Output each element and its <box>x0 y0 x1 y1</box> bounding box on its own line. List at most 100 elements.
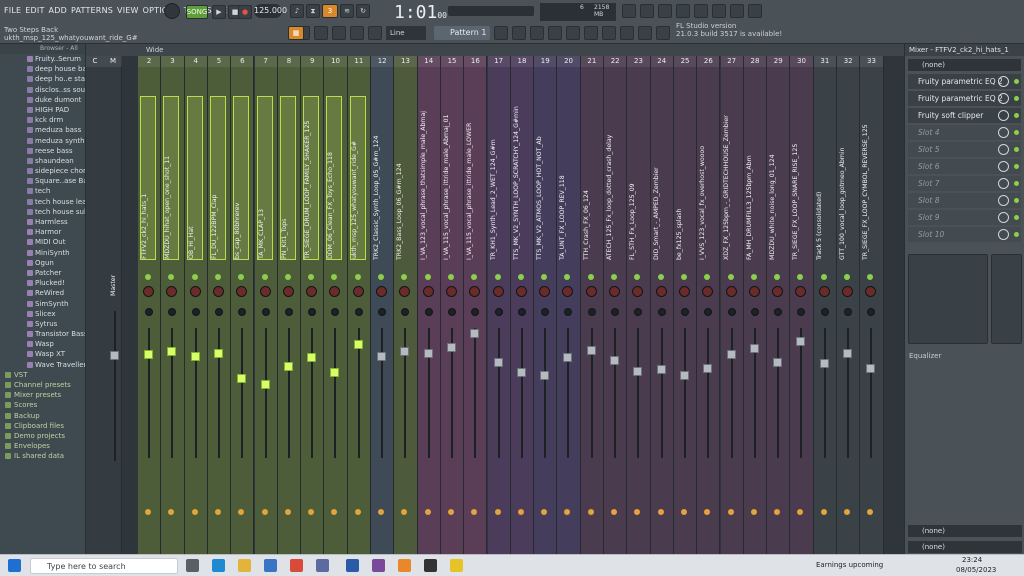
mixer-track[interactable]: 2 FTFV2_ck2_hi_hats_1 <box>138 56 162 554</box>
mixer-layout-label[interactable]: Wide <box>146 46 163 54</box>
stereo-knob[interactable] <box>680 308 689 316</box>
stereo-knob[interactable] <box>191 308 200 316</box>
browser-item[interactable]: tech <box>0 186 85 196</box>
track-enable-led[interactable] <box>587 274 594 280</box>
stereo-knob[interactable] <box>494 308 503 316</box>
track-enable-led[interactable] <box>471 274 478 280</box>
volume-fader[interactable] <box>819 359 829 368</box>
volume-fader[interactable] <box>773 357 783 367</box>
browser-item[interactable]: Harmless <box>0 217 85 227</box>
eq-sliders[interactable] <box>991 254 1022 344</box>
track-enable-led[interactable] <box>797 274 804 280</box>
app-icon-2[interactable] <box>372 559 385 572</box>
piano-roll-icon[interactable] <box>530 26 544 40</box>
pan-knob[interactable] <box>492 286 504 297</box>
route-icon[interactable] <box>797 509 804 515</box>
route-icon[interactable] <box>401 509 408 515</box>
volume-fader[interactable] <box>796 336 806 346</box>
browser-title[interactable]: Browser - All <box>0 44 85 54</box>
mixer-track[interactable]: 27 XDZ_FX_125bpm_-_GRIDTECHHOUSE_Zembier <box>720 56 744 554</box>
about-icon[interactable] <box>748 4 762 18</box>
pan-knob[interactable] <box>399 286 411 297</box>
effect-slot[interactable]: Slot 9 <box>908 210 1021 225</box>
menu-patterns[interactable]: PATTERNS <box>71 6 113 15</box>
route-icon[interactable] <box>727 509 734 515</box>
volume-fader[interactable] <box>423 348 433 358</box>
pan-knob[interactable] <box>282 286 294 297</box>
route-icon[interactable] <box>424 509 431 515</box>
volume-fader[interactable] <box>679 371 689 380</box>
slot-enable-led[interactable] <box>1014 232 1019 237</box>
master-pitch-slider[interactable] <box>448 6 534 16</box>
mixer-track[interactable]: 32 GTT_100_vocal_loop_gotmeo_Abmin <box>837 56 861 554</box>
help-icon[interactable] <box>694 4 708 18</box>
volume-fader[interactable] <box>283 362 293 371</box>
mixer-track[interactable]: 26 I_VVS_123_vocal_fx_overhost_woooo <box>697 56 721 554</box>
browser-item[interactable]: MiniSynth <box>0 248 85 258</box>
stereo-knob[interactable] <box>517 308 526 316</box>
mixer-track[interactable]: 25 be_fx125_splash <box>673 56 698 554</box>
volume-fader[interactable] <box>610 356 619 365</box>
effect-slot[interactable]: Slot 4 <box>908 125 1021 140</box>
stereo-knob[interactable] <box>354 308 363 316</box>
mixer-track[interactable]: 16 I_VA_115_vocal_phrase_ittride_male_LOW… <box>464 56 488 554</box>
mixer-track[interactable]: 22 ATECH_125_Fx_loop_dotted_crash_delay <box>604 56 628 554</box>
volume-fader[interactable] <box>493 357 503 367</box>
slot-mix-knob[interactable] <box>998 76 1009 87</box>
stereo-knob[interactable] <box>284 308 293 316</box>
volume-fader[interactable] <box>516 368 526 377</box>
route-icon[interactable] <box>378 509 384 515</box>
pan-knob[interactable] <box>352 286 364 297</box>
track-name[interactable]: TTH_Crash_FX_06_124 <box>583 96 599 260</box>
volume-fader[interactable] <box>540 371 550 380</box>
browser-item[interactable]: Backup <box>0 411 85 421</box>
stereo-knob[interactable] <box>447 308 456 316</box>
browser-item[interactable]: Wave Traveller <box>0 360 85 370</box>
browser-item[interactable]: tech house lead <box>0 197 85 207</box>
mixer-track[interactable]: 6 bs_cap_80bhrerev <box>231 56 255 554</box>
browser-item[interactable]: deep house bass <box>0 64 85 74</box>
volume-fader[interactable] <box>563 353 573 362</box>
render-icon[interactable] <box>730 4 744 18</box>
pan-knob[interactable] <box>772 286 784 297</box>
stereo-knob[interactable] <box>424 308 433 316</box>
browser-item[interactable]: IL shared data <box>0 451 85 461</box>
slot-mix-knob[interactable] <box>998 229 1009 240</box>
track-enable-led[interactable] <box>611 274 617 280</box>
app-icon[interactable] <box>316 559 329 572</box>
mixer-track[interactable]: 28 FA_MH_DRUMFILL3_125bpm_Abm <box>743 56 768 554</box>
track-name[interactable]: MDZDU_white_noise_long_01_124 <box>769 96 785 260</box>
browser-item[interactable]: ReWired <box>0 288 85 298</box>
mixer-track[interactable]: 13 TRK2_Bass_Loop_06_G#m_124 <box>394 56 418 554</box>
pattern-select[interactable]: Pattern 1 <box>434 26 490 40</box>
track-name[interactable]: TA_MK_CLAP_13 <box>256 96 273 260</box>
track-name[interactable]: OB_Hi_Hat <box>186 96 203 260</box>
news-panel[interactable]: FL Studio version 21.0.3 build 3517 is a… <box>676 22 782 38</box>
pan-knob[interactable] <box>632 286 644 297</box>
slot-enable-led[interactable] <box>1014 198 1019 203</box>
mixer-track[interactable]: 30 TR_SIEGE_FX_LOOP_SNARE_RISE_125 <box>790 56 814 554</box>
volume-fader[interactable] <box>167 347 177 356</box>
slot-enable-led[interactable] <box>1014 147 1019 152</box>
volume-fader[interactable] <box>726 350 736 359</box>
channel-rack-icon[interactable] <box>512 26 526 40</box>
stereo-knob[interactable] <box>145 308 153 316</box>
slot-enable-led[interactable] <box>1014 96 1019 101</box>
route-icon[interactable] <box>634 509 641 515</box>
volume-fader[interactable] <box>446 342 456 352</box>
browser-item[interactable]: reese bass <box>0 146 85 156</box>
pan-knob[interactable] <box>609 286 620 297</box>
effect-slot[interactable]: Slot 7 <box>908 176 1021 191</box>
volume-fader[interactable] <box>190 351 200 361</box>
track-name[interactable]: FL_STH_Fx_Loop_125_09 <box>629 96 645 260</box>
track-name[interactable]: ATECH_125_Fx_loop_dotted_crash_delay <box>606 96 622 260</box>
mixer-track[interactable]: 24 DID_Smart_-_AMPED_Zembier <box>650 56 674 554</box>
edge-icon[interactable] <box>212 559 225 572</box>
audio-settings-icon[interactable] <box>658 4 672 18</box>
slot-mix-knob[interactable] <box>998 110 1009 121</box>
pan-knob[interactable] <box>725 286 737 297</box>
pan-knob[interactable] <box>585 286 597 297</box>
stereo-knob[interactable] <box>331 308 340 316</box>
pan-knob[interactable] <box>189 286 201 297</box>
online-icon[interactable] <box>656 26 670 40</box>
